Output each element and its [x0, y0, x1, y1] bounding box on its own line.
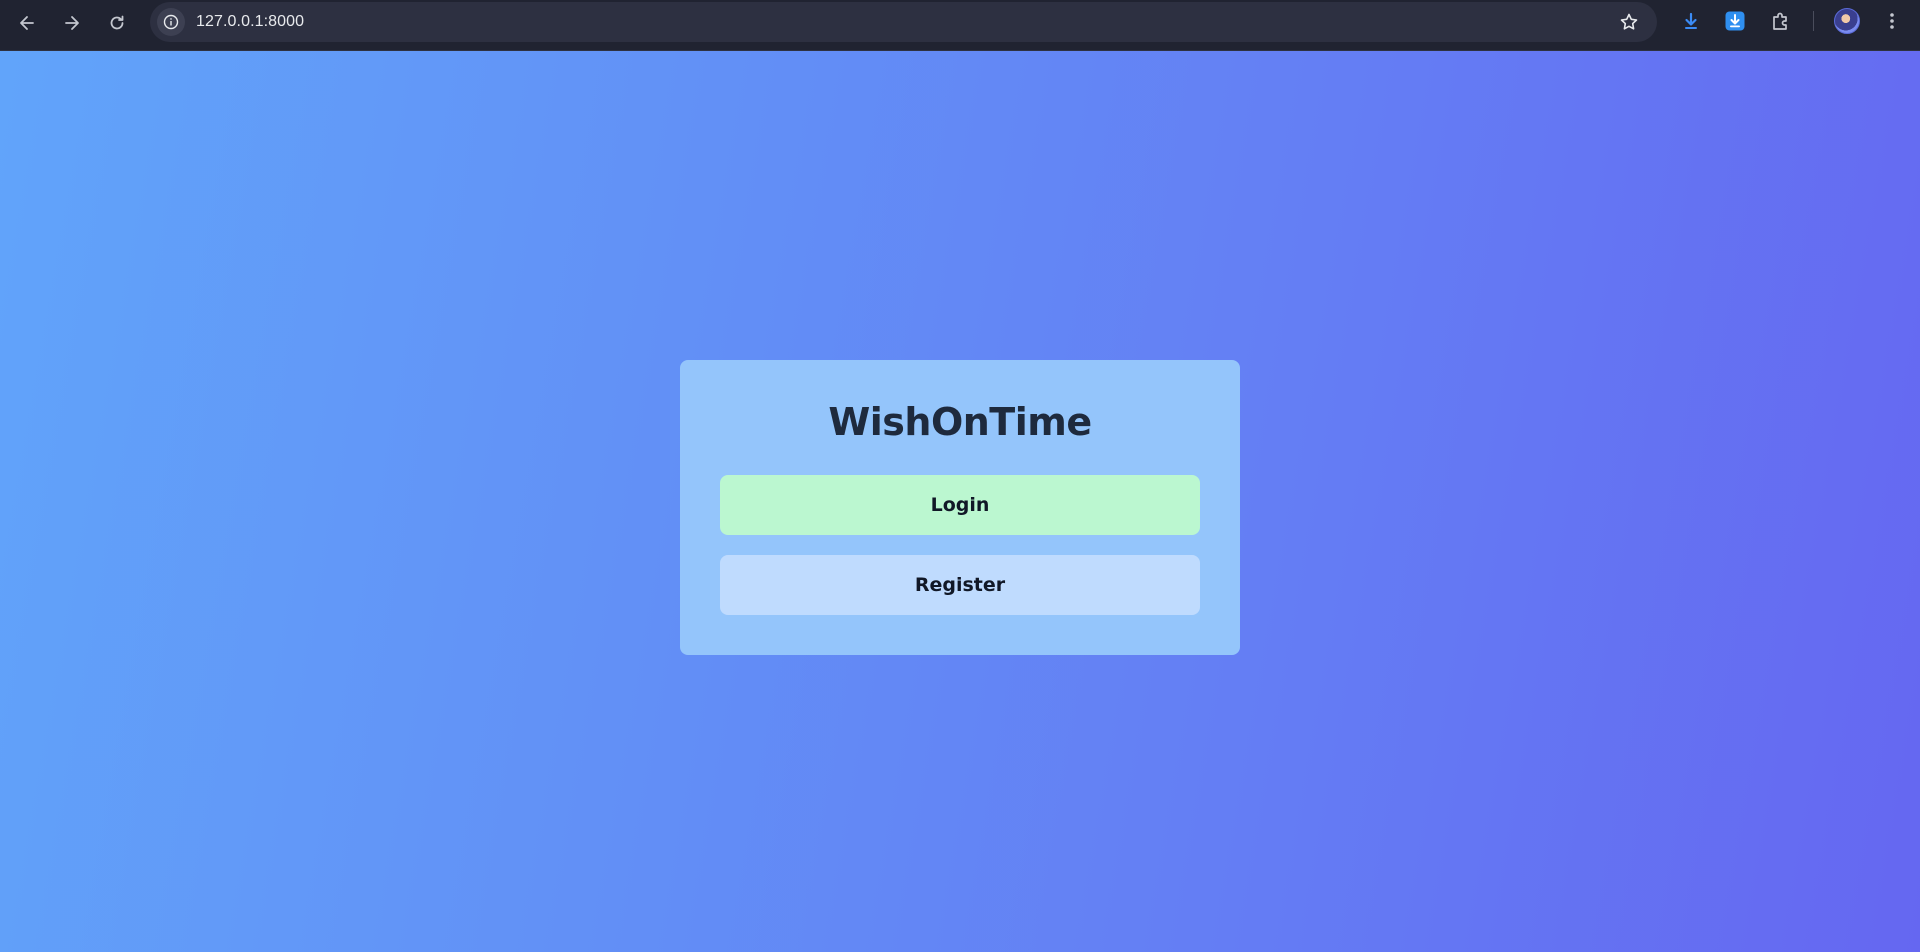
reload-button[interactable]	[100, 6, 134, 40]
profile-avatar[interactable]	[1834, 8, 1860, 34]
reload-icon	[110, 15, 124, 30]
register-button[interactable]: Register	[720, 555, 1200, 615]
site-info-icon[interactable]	[157, 8, 185, 36]
app-title: WishOnTime	[828, 400, 1092, 444]
toolbar-divider	[1813, 11, 1814, 31]
url-text: 127.0.0.1:8000	[196, 13, 305, 30]
login-button[interactable]: Login	[720, 475, 1200, 535]
page-background: WishOnTime Login Register	[0, 51, 1920, 952]
menu-kebab-icon[interactable]	[1880, 9, 1904, 33]
address-bar[interactable]: 127.0.0.1:8000	[150, 2, 1657, 42]
auth-card: WishOnTime Login Register	[680, 360, 1240, 655]
bookmark-star-icon[interactable]	[1619, 12, 1639, 32]
arrow-right-icon	[65, 16, 79, 30]
download-extension-icon[interactable]	[1723, 9, 1747, 33]
extensions-puzzle-icon[interactable]	[1769, 9, 1793, 33]
back-button[interactable]	[10, 6, 44, 40]
download-icon[interactable]	[1679, 9, 1703, 33]
browser-toolbar: 127.0.0.1:8000	[0, 0, 1920, 51]
forward-button[interactable]	[55, 6, 89, 40]
arrow-left-icon	[20, 16, 34, 30]
